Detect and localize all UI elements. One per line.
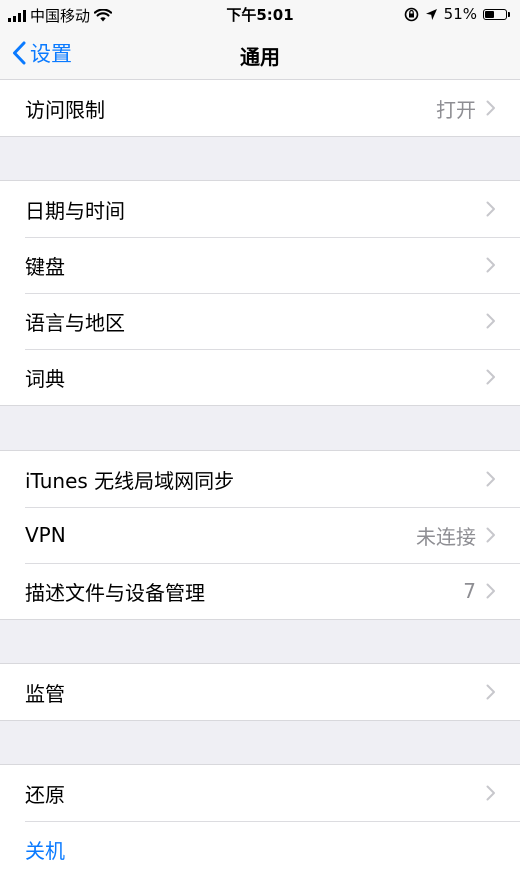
- cell-label: 词典: [25, 366, 65, 391]
- cell-label: 访问限制: [25, 97, 105, 122]
- shutdown-button[interactable]: 关机: [0, 821, 520, 877]
- battery-tip: [508, 11, 510, 17]
- page-title: 通用: [240, 45, 280, 69]
- cell-date-time[interactable]: 日期与时间: [0, 181, 520, 237]
- chevron-right-icon: [486, 369, 496, 385]
- cell-label: iTunes 无线局域网同步: [25, 468, 235, 493]
- cell-profiles-device-management[interactable]: 描述文件与设备管理 7: [0, 563, 520, 619]
- cell-supervision[interactable]: 监管: [0, 664, 520, 720]
- shutdown-label: 关机: [25, 838, 65, 863]
- cell-reset[interactable]: 还原: [0, 765, 520, 821]
- battery-percent: 51%: [443, 5, 477, 23]
- cell-value: 7: [463, 579, 476, 603]
- cell-label: VPN: [25, 523, 66, 547]
- settings-group-general: 日期与时间 键盘 语言与地区 词典: [0, 180, 520, 406]
- cell-dictionary[interactable]: 词典: [0, 349, 520, 405]
- cell-itunes-wifi-sync[interactable]: iTunes 无线局域网同步: [0, 451, 520, 507]
- cell-keyboard[interactable]: 键盘: [0, 237, 520, 293]
- cell-language-region[interactable]: 语言与地区: [0, 293, 520, 349]
- chevron-right-icon: [486, 100, 496, 116]
- location-icon: [425, 8, 437, 20]
- cell-label: 键盘: [25, 254, 65, 279]
- cell-label: 还原: [25, 782, 65, 807]
- settings-group-reset: 还原 关机: [0, 764, 520, 877]
- chevron-right-icon: [486, 471, 496, 487]
- chevron-right-icon: [486, 583, 496, 599]
- cell-value: 未连接: [416, 524, 476, 549]
- chevron-right-icon: [486, 313, 496, 329]
- chevron-right-icon: [486, 785, 496, 801]
- cell-vpn[interactable]: VPN 未连接: [0, 507, 520, 563]
- cell-label: 语言与地区: [25, 310, 125, 335]
- chevron-right-icon: [486, 257, 496, 273]
- navigation-bar: 设置 通用: [0, 28, 520, 80]
- status-bar: 中国移动 下午5:01 51%: [0, 0, 520, 28]
- cell-restrictions[interactable]: 访问限制 打开: [0, 80, 520, 136]
- status-right: 51%: [404, 5, 510, 23]
- cell-value: 打开: [436, 97, 476, 122]
- settings-group-network: iTunes 无线局域网同步 VPN 未连接 描述文件与设备管理 7: [0, 450, 520, 620]
- cell-label: 监管: [25, 681, 65, 706]
- chevron-right-icon: [486, 527, 496, 543]
- chevron-right-icon: [486, 684, 496, 700]
- battery-icon: [483, 8, 507, 20]
- settings-group-supervision: 监管: [0, 663, 520, 721]
- chevron-right-icon: [486, 201, 496, 217]
- settings-group-restrictions: 访问限制 打开: [0, 80, 520, 137]
- orientation-lock-icon: [404, 7, 418, 21]
- cell-label: 日期与时间: [25, 198, 125, 223]
- cell-label: 描述文件与设备管理: [25, 580, 205, 605]
